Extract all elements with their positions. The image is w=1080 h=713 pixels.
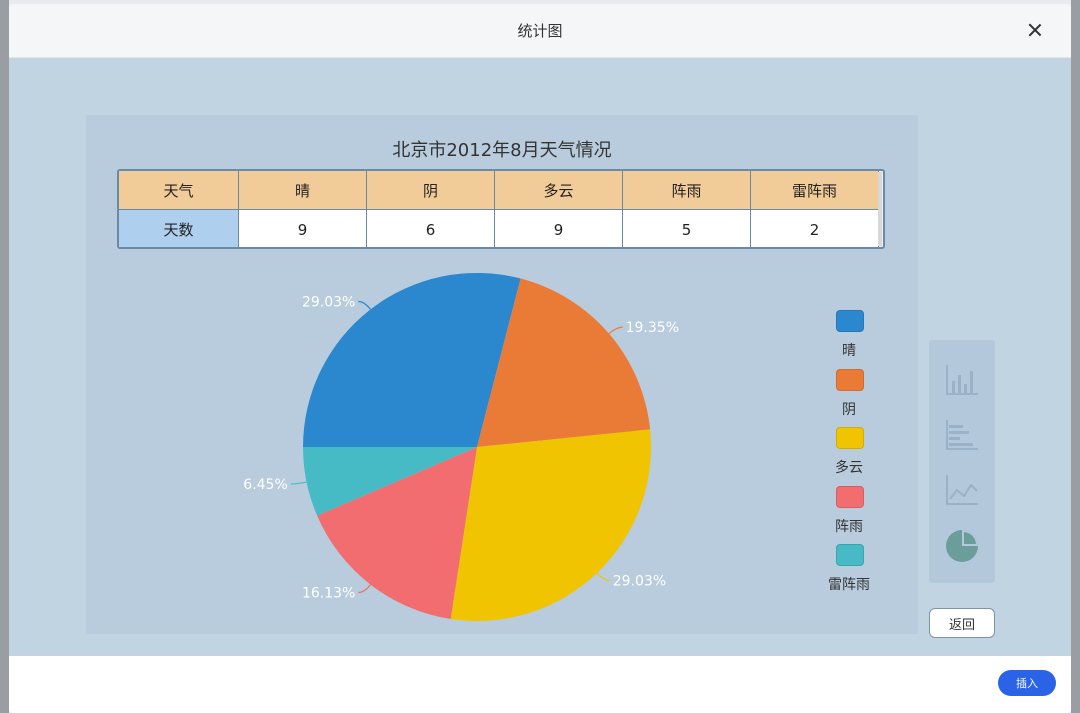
dialog-title: 统计图 [517,22,563,40]
legend-swatch [836,485,864,508]
insert-button[interactable]: 插入 [998,670,1056,696]
chart-legend: 晴 阴 多云 阵雨 雷阵雨 [824,310,874,603]
legend-swatch [836,427,864,450]
line-chart-icon[interactable] [943,471,981,509]
legend-item[interactable]: 阵雨 [824,485,874,545]
pie-data-label: 16.13% [302,586,355,602]
back-button[interactable]: 返回 [929,608,995,638]
bar-chart-icon[interactable] [943,416,981,454]
pie-data-label: 29.03% [302,294,355,310]
legend-label: 阴 [842,401,856,418]
chart-type-toolbar [929,340,995,583]
legend-swatch [836,368,864,391]
legend-swatch [836,544,864,567]
close-icon[interactable] [1025,20,1045,40]
pie-data-label: 29.03% [613,573,666,589]
pie-data-label: 19.35% [626,320,679,336]
pie-data-label: 6.45% [243,477,287,493]
backdrop-edge-left [0,0,9,713]
pie-chart-icon[interactable] [943,526,981,564]
pie-leader-line [608,326,623,335]
chart-panel: 北京市2012年8月天气情况 天气 晴 阴 多云 阵雨 雷阵雨 天数 9 6 9… [86,115,918,634]
dialog-content: 北京市2012年8月天气情况 天气 晴 阴 多云 阵雨 雷阵雨 天数 9 6 9… [9,58,1071,656]
legend-label: 雷阵雨 [828,577,870,594]
legend-swatch [836,310,864,332]
legend-label: 晴 [842,343,856,359]
backdrop-edge-right [1071,0,1080,713]
chart-dialog: 统计图 北京市2012年8月天气情况 天气 晴 阴 多云 阵雨 雷阵雨 天数 9… [9,4,1071,713]
column-chart-icon[interactable] [943,361,981,399]
pie-leader-line [358,300,371,310]
legend-item[interactable]: 雷阵雨 [824,544,874,603]
legend-label: 多云 [835,460,863,477]
pie-leader-line [358,584,371,594]
legend-item[interactable]: 阴 [824,368,874,428]
pie-leader-line [596,572,610,581]
pie-chart: 29.03% 19.35% 29.03% 16.13% 6.45% [243,273,679,621]
dialog-titlebar: 统计图 [9,4,1071,58]
pie-slice[interactable] [450,429,651,621]
legend-item[interactable]: 晴 [824,310,874,369]
legend-label: 阵雨 [835,518,863,535]
pie-leader-line [290,481,307,485]
dialog-footer: 插入 [9,656,1071,713]
legend-item[interactable]: 多云 [824,427,874,486]
